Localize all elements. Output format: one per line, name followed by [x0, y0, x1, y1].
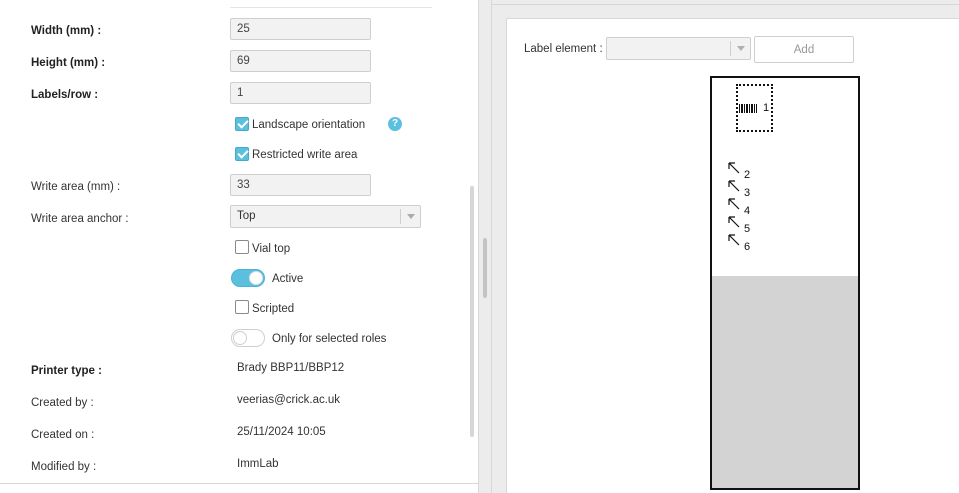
divider	[730, 41, 731, 56]
chevron-down-icon	[737, 46, 745, 51]
printer-type-label: Printer type :	[31, 365, 102, 377]
selected-roles-toggle[interactable]	[231, 329, 265, 347]
divider	[230, 7, 432, 8]
created-by-value: veerias@crick.ac.uk	[237, 394, 341, 406]
barcode-icon	[739, 104, 757, 113]
label-element-label: Label element :	[524, 43, 603, 55]
height-label: Height (mm) :	[31, 57, 106, 69]
labels-per-row-input[interactable]	[230, 82, 371, 104]
active-label: Active	[272, 273, 304, 285]
text-element[interactable]: 6	[728, 234, 768, 253]
label-editor-panel: Label element : Add 1 2 3 4 5 6	[492, 0, 959, 493]
toggle-knob	[233, 331, 247, 345]
divider	[0, 483, 478, 484]
restricted-write-area-label: Restricted write area	[252, 149, 358, 161]
arrow-up-left-icon	[728, 198, 740, 210]
created-by-label: Created by :	[31, 397, 94, 409]
write-area-label: Write area (mm) :	[31, 181, 121, 193]
divider	[400, 209, 401, 224]
chevron-down-icon	[407, 214, 415, 219]
label-settings-form: Width (mm) : Height (mm) : Labels/row : …	[0, 0, 478, 493]
splitter-handle[interactable]	[483, 238, 487, 298]
text-element[interactable]: 5	[728, 216, 768, 235]
toggle-knob	[249, 271, 263, 285]
created-on-label: Created on :	[31, 429, 95, 441]
restricted-write-area-checkbox[interactable]	[235, 147, 249, 161]
barcode-element[interactable]: 1	[736, 84, 773, 132]
write-area-anchor-label: Write area anchor :	[31, 213, 129, 225]
restricted-area	[712, 276, 858, 488]
write-area-anchor-value: Top	[237, 210, 256, 222]
element-number: 1	[763, 102, 770, 114]
label-element-select[interactable]	[606, 37, 751, 60]
vial-top-checkbox[interactable]	[235, 240, 249, 254]
label-editor: Label element : Add 1 2 3 4 5 6	[506, 18, 959, 493]
landscape-checkbox[interactable]	[235, 117, 249, 131]
arrow-up-left-icon	[728, 180, 740, 192]
add-button[interactable]: Add	[754, 36, 854, 63]
arrow-up-left-icon	[728, 162, 740, 174]
text-element[interactable]: 3	[728, 180, 768, 199]
printer-type-value: Brady BBP11/BBP12	[237, 362, 345, 374]
selected-roles-label: Only for selected roles	[272, 333, 387, 345]
scripted-label: Scripted	[252, 303, 295, 315]
help-icon[interactable]: ?	[388, 117, 402, 131]
modified-by-label: Modified by :	[31, 461, 97, 473]
width-input[interactable]	[230, 18, 371, 40]
labels-per-row-label: Labels/row :	[31, 89, 99, 101]
label-preview-canvas[interactable]: 1 2 3 4 5 6	[710, 76, 860, 490]
created-on-value: 25/11/2024 10:05	[237, 426, 326, 438]
width-label: Width (mm) :	[31, 25, 102, 37]
write-area-input[interactable]	[230, 174, 371, 196]
active-toggle[interactable]	[231, 269, 265, 287]
text-element[interactable]: 2	[728, 162, 768, 181]
arrow-up-left-icon	[728, 216, 740, 228]
write-area-anchor-select[interactable]: Top	[230, 205, 421, 228]
scripted-checkbox[interactable]	[235, 300, 249, 314]
landscape-label: Landscape orientation	[252, 119, 366, 131]
panel-splitter[interactable]	[478, 0, 492, 493]
modified-by-value: ImmLab	[237, 458, 279, 470]
element-number: 6	[744, 241, 751, 253]
text-element[interactable]: 4	[728, 198, 768, 217]
panel-top-strip	[492, 0, 959, 5]
height-input[interactable]	[230, 50, 371, 72]
vial-top-label: Vial top	[252, 243, 291, 255]
form-scrollbar[interactable]	[470, 186, 474, 437]
arrow-up-left-icon	[728, 234, 740, 246]
